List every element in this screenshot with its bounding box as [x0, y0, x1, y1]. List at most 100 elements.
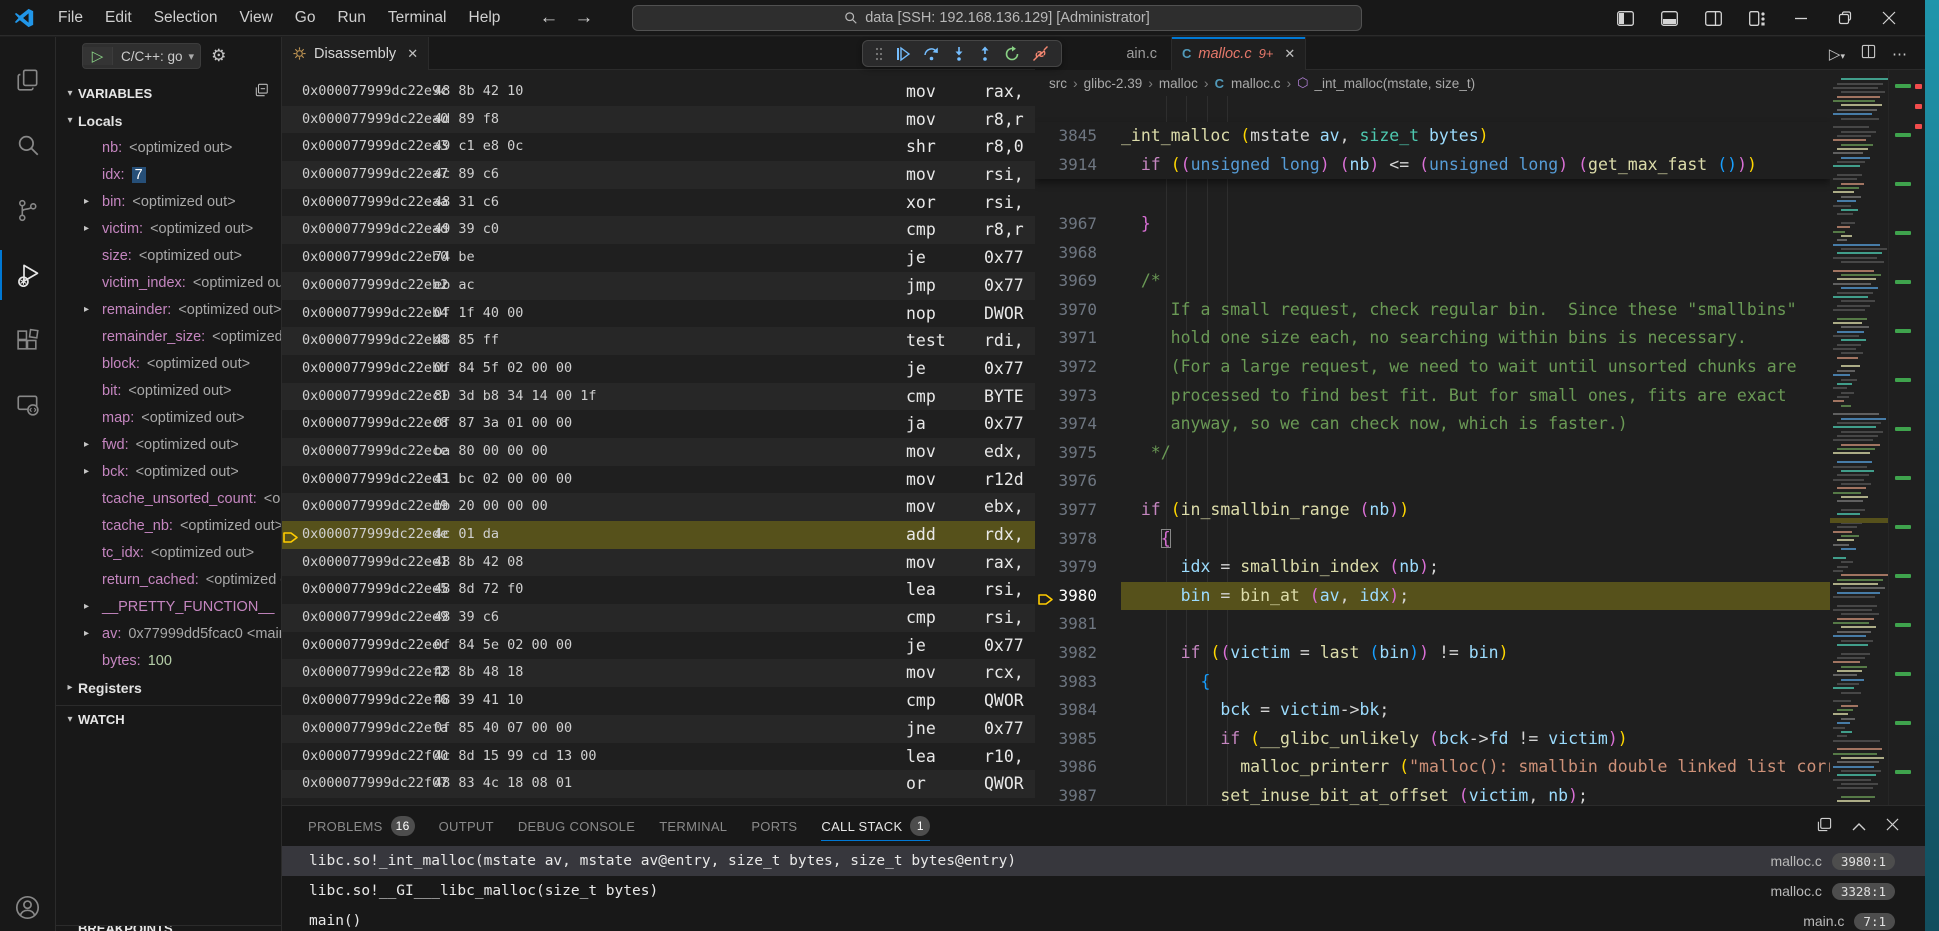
- disasm-row[interactable]: 0x000077999dc22e9c48 8b 42 10movrax,: [282, 78, 1035, 106]
- toggle-panel-icon[interactable]: [1647, 0, 1691, 36]
- code-lines[interactable]: 3967 }39683969 /*3970 If a small request…: [1035, 210, 1830, 805]
- code-line[interactable]: 3977 if (in_smallbin_range (nb)): [1035, 496, 1830, 525]
- code-line[interactable]: 3981: [1035, 610, 1830, 639]
- disasm-row[interactable]: 0x000077999dc22ea04d 89 f8movr8,r: [282, 106, 1035, 134]
- disasm-row[interactable]: 0x000077999dc22ed341 bc 02 00 00 00movr1…: [282, 466, 1035, 494]
- variable-row[interactable]: victim_index:<optimized out>: [56, 269, 281, 296]
- disasm-row[interactable]: 0x000077999dc22ebb0f 84 5f 02 00 00je0x7…: [282, 355, 1035, 383]
- code-line[interactable]: 3967 }: [1035, 210, 1830, 239]
- variable-row[interactable]: return_cached:<optimized out>: [56, 566, 281, 593]
- search-sidebar-icon[interactable]: [0, 120, 55, 170]
- variable-row[interactable]: map:<optimized out>: [56, 404, 281, 431]
- panel-tab-call-stack[interactable]: CALL STACK1: [813, 806, 938, 846]
- code-line[interactable]: 3983 {: [1035, 668, 1830, 697]
- minimize-icon[interactable]: [1779, 0, 1823, 36]
- sticky-scroll-header[interactable]: 3845_int_malloc (mstate av, size_t bytes…: [1035, 122, 1830, 179]
- start-debug-icon[interactable]: ▷: [83, 47, 113, 65]
- breadcrumb[interactable]: src›glibc-2.39›malloc›Cmalloc.c›⬡_int_ma…: [1035, 70, 1925, 96]
- menu-item-help[interactable]: Help: [458, 5, 512, 31]
- extensions-icon[interactable]: [0, 315, 55, 365]
- menu-item-run[interactable]: Run: [326, 5, 376, 31]
- menu-item-selection[interactable]: Selection: [143, 5, 229, 31]
- code-line[interactable]: 3987 set_inuse_bit_at_offset (victim, nb…: [1035, 782, 1830, 805]
- breadcrumb-symbol[interactable]: _int_malloc(mstate, size_t): [1315, 76, 1476, 91]
- variables-section-header[interactable]: ▾ VARIABLES: [56, 79, 281, 107]
- code-line[interactable]: 3976: [1035, 467, 1830, 496]
- menu-item-view[interactable]: View: [228, 5, 283, 31]
- code-line[interactable]: 3984 bck = victim->bk;: [1035, 696, 1830, 725]
- disasm-row[interactable]: 0x000077999dc22eceba 80 00 00 00movedx,: [282, 438, 1035, 466]
- variable-row[interactable]: tcache_nb:<optimized out>: [56, 512, 281, 539]
- locals-scope-row[interactable]: ▾ Locals: [56, 107, 281, 134]
- variable-row[interactable]: ▸av:0x77999dd5fcac0 <main_arena>: [56, 620, 281, 647]
- maximize-panel-icon[interactable]: [1852, 818, 1866, 835]
- step-over-icon[interactable]: [923, 46, 940, 62]
- code-line[interactable]: 3978 {: [1035, 525, 1830, 554]
- toolbar-drag-handle[interactable]: [875, 47, 883, 61]
- restore-panel-icon[interactable]: [1817, 817, 1832, 836]
- continue-icon[interactable]: [895, 46, 911, 62]
- variable-row[interactable]: nb:<optimized out>: [56, 134, 281, 161]
- nav-back-icon[interactable]: ←: [539, 7, 558, 29]
- disasm-row[interactable]: 0x000077999dc22ed9bb 20 00 00 00movebx,: [282, 493, 1035, 521]
- disasm-row[interactable]: 0x000077999dc22ea74c 89 c6movrsi,: [282, 161, 1035, 189]
- breadcrumb-item[interactable]: src: [1049, 76, 1067, 91]
- disasm-row[interactable]: 0x000077999dc22f0748 83 4c 18 08 01orQWO…: [282, 770, 1035, 798]
- code-line[interactable]: 3914 if ((unsigned long) (nb) <= (unsign…: [1035, 151, 1830, 180]
- disasm-row[interactable]: 0x000077999dc22ec180 3d b8 34 14 00 1fcm…: [282, 383, 1035, 411]
- command-center-search[interactable]: data [SSH: 192.168.136.129] [Administrat…: [632, 5, 1362, 31]
- call-stack-row[interactable]: main()main.c7:1: [282, 906, 1925, 931]
- run-config-dropdown[interactable]: ▷ C/C++: go ▾: [82, 43, 201, 69]
- customize-layout-icon[interactable]: [1735, 0, 1779, 36]
- disasm-row[interactable]: 0x000077999dc22f004c 8d 15 99 cd 13 00le…: [282, 743, 1035, 771]
- run-or-debug-icon[interactable]: ▷▾: [1829, 45, 1845, 63]
- close-panel-icon[interactable]: [1886, 818, 1899, 835]
- collapse-all-icon[interactable]: [255, 83, 269, 100]
- code-line[interactable]: 3972 (For a large request, we need to wa…: [1035, 353, 1830, 382]
- code-line[interactable]: 3970 If a small request, check regular b…: [1035, 296, 1830, 325]
- disasm-row[interactable]: 0x000077999dc22ec80f 87 3a 01 00 00ja0x7…: [282, 410, 1035, 438]
- close-tab-icon[interactable]: ✕: [407, 46, 418, 62]
- disasm-row[interactable]: 0x000077999dc22ead49 39 c0cmpr8,r: [282, 216, 1035, 244]
- nav-forward-icon[interactable]: →: [574, 7, 593, 29]
- source-control-icon[interactable]: [0, 185, 55, 235]
- toggle-secondary-sidebar-icon[interactable]: [1691, 0, 1735, 36]
- code-line[interactable]: 3971 hold one size each, no searching wi…: [1035, 324, 1830, 353]
- panel-tab-output[interactable]: OUTPUT: [431, 806, 502, 846]
- source-editor[interactable]: src›glibc-2.39›malloc›Cmalloc.c›⬡_int_ma…: [1035, 70, 1925, 805]
- minimap[interactable]: [1830, 70, 1888, 805]
- disconnect-icon[interactable]: [1032, 46, 1049, 62]
- code-line[interactable]: 3974 anyway, so we can check now, which …: [1035, 410, 1830, 439]
- disasm-row[interactable]: 0x000077999dc22efa0f 85 40 07 00 00jne0x…: [282, 715, 1035, 743]
- code-line[interactable]: 3975 */: [1035, 439, 1830, 468]
- code-line[interactable]: 3979 idx = smallbin_index (nb);: [1035, 553, 1830, 582]
- code-line[interactable]: 3980 bin = bin_at (av, idx);: [1035, 582, 1830, 611]
- panel-tab-debug-console[interactable]: DEBUG CONSOLE: [510, 806, 643, 846]
- variable-row[interactable]: tc_idx:<optimized out>: [56, 539, 281, 566]
- restart-icon[interactable]: [1004, 46, 1020, 62]
- restore-icon[interactable]: [1823, 0, 1867, 36]
- variable-row[interactable]: ▸fwd:<optimized out>: [56, 431, 281, 458]
- variable-row[interactable]: size:<optimized out>: [56, 242, 281, 269]
- code-line[interactable]: 3973 processed to find best fit. But for…: [1035, 382, 1830, 411]
- menu-item-edit[interactable]: Edit: [94, 5, 143, 31]
- accounts-icon[interactable]: [0, 882, 55, 931]
- variable-row[interactable]: remainder_size:<optimized out>: [56, 323, 281, 350]
- disasm-row[interactable]: 0x000077999dc22ef648 39 41 10cmpQWOR: [282, 687, 1035, 715]
- variable-row[interactable]: ▸bin:<optimized out>: [56, 188, 281, 215]
- disassembly-editor[interactable]: 0x000077999dc22e9c48 8b 42 10movrax,0x00…: [282, 70, 1035, 805]
- tab-malloc-c[interactable]: C malloc.c 9+ ✕: [1172, 37, 1306, 70]
- step-into-icon[interactable]: [952, 46, 966, 62]
- toggle-primary-sidebar-icon[interactable]: [1603, 0, 1647, 36]
- disasm-row[interactable]: 0x000077999dc22ee548 8d 72 f0learsi,: [282, 576, 1035, 604]
- step-out-icon[interactable]: [978, 46, 992, 62]
- variable-row[interactable]: ▸__PRETTY_FUNCTION__: [56, 593, 281, 620]
- call-stack-row[interactable]: libc.so!_int_malloc(mstate av, mstate av…: [282, 846, 1925, 876]
- variable-row[interactable]: block:<optimized out>: [56, 350, 281, 377]
- disasm-row[interactable]: 0x000077999dc22eaa48 31 c6xorrsi,: [282, 189, 1035, 217]
- disasm-row[interactable]: 0x000077999dc22eb2eb acjmp0x77: [282, 272, 1035, 300]
- disasm-row[interactable]: 0x000077999dc22eec0f 84 5e 02 00 00je0x7…: [282, 632, 1035, 660]
- variable-row[interactable]: ▸bck:<optimized out>: [56, 458, 281, 485]
- split-editor-icon[interactable]: [1861, 44, 1876, 63]
- code-line[interactable]: 3969 /*: [1035, 267, 1830, 296]
